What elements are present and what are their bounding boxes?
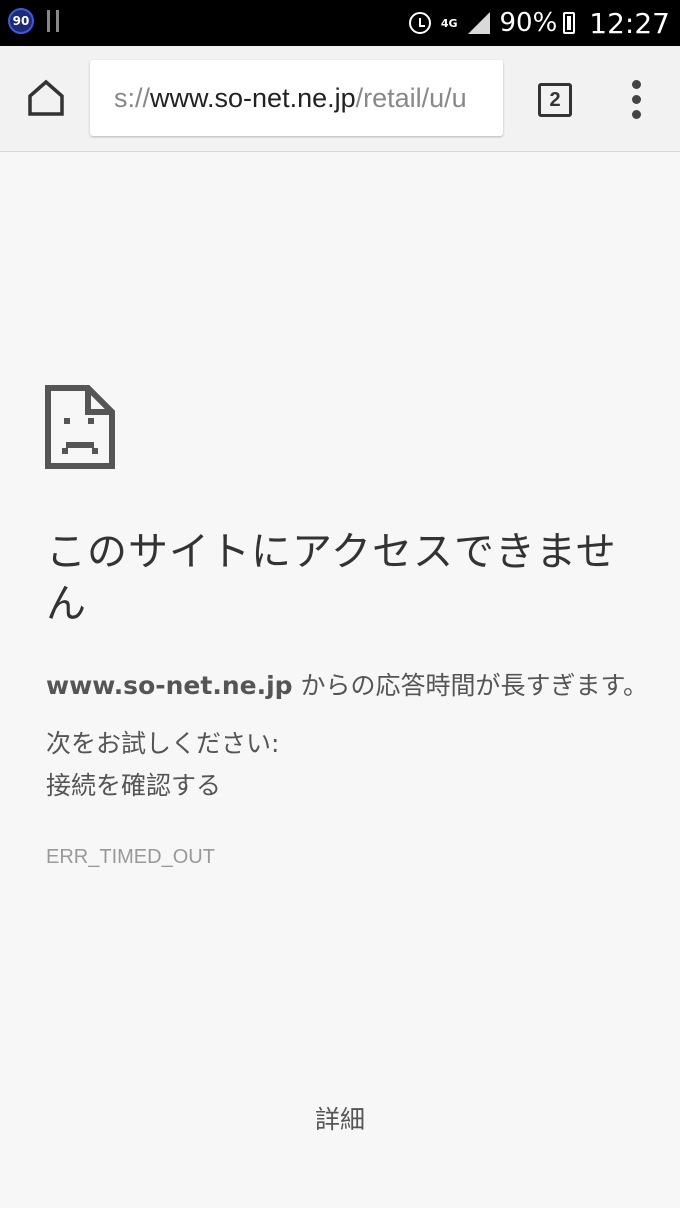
- battery-percent: 90%: [499, 8, 558, 38]
- browser-toolbar: s://www.so-net.ne.jp/retail/u/u 2: [0, 46, 680, 152]
- more-vert-icon[interactable]: [626, 80, 648, 120]
- suggestion-check-connection: 接続を確認する: [46, 771, 222, 800]
- signal-icon: [467, 12, 490, 34]
- notification-badge: 90: [8, 8, 34, 34]
- tab-switcher-button[interactable]: 2: [538, 83, 572, 117]
- home-button[interactable]: [24, 78, 68, 118]
- details-button[interactable]: 詳細: [290, 1090, 390, 1146]
- error-title: このサイトにアクセスできません: [46, 529, 617, 627]
- url-prefix: s://: [114, 82, 151, 113]
- battery-icon: [563, 12, 576, 34]
- url-text[interactable]: s://www.so-net.ne.jp/retail/u/u: [90, 83, 467, 114]
- error-host: www.so-net.ne.jp: [46, 671, 293, 700]
- clock: 12:27: [589, 6, 670, 40]
- url-path: /retail/u/u: [355, 82, 467, 113]
- home-icon: [28, 79, 64, 116]
- url-bar[interactable]: s://www.so-net.ne.jp/retail/u/u: [90, 60, 503, 136]
- sad-page-icon: [45, 385, 115, 469]
- try-label: 次をお試しください:: [46, 729, 280, 758]
- network-type-label: 4G: [440, 16, 458, 30]
- error-description: www.so-net.ne.jp からの応答時間が長すぎます。: [46, 666, 666, 702]
- alarm-icon: [408, 12, 431, 34]
- usb-debug-icon: [44, 10, 64, 32]
- url-host: www.so-net.ne.jp: [150, 82, 356, 113]
- error-code: ERR_TIMED_OUT: [46, 846, 215, 868]
- error-message: からの応答時間が長すぎます。: [292, 671, 648, 700]
- status-bar: 90 4G 90% 12:27: [0, 0, 680, 46]
